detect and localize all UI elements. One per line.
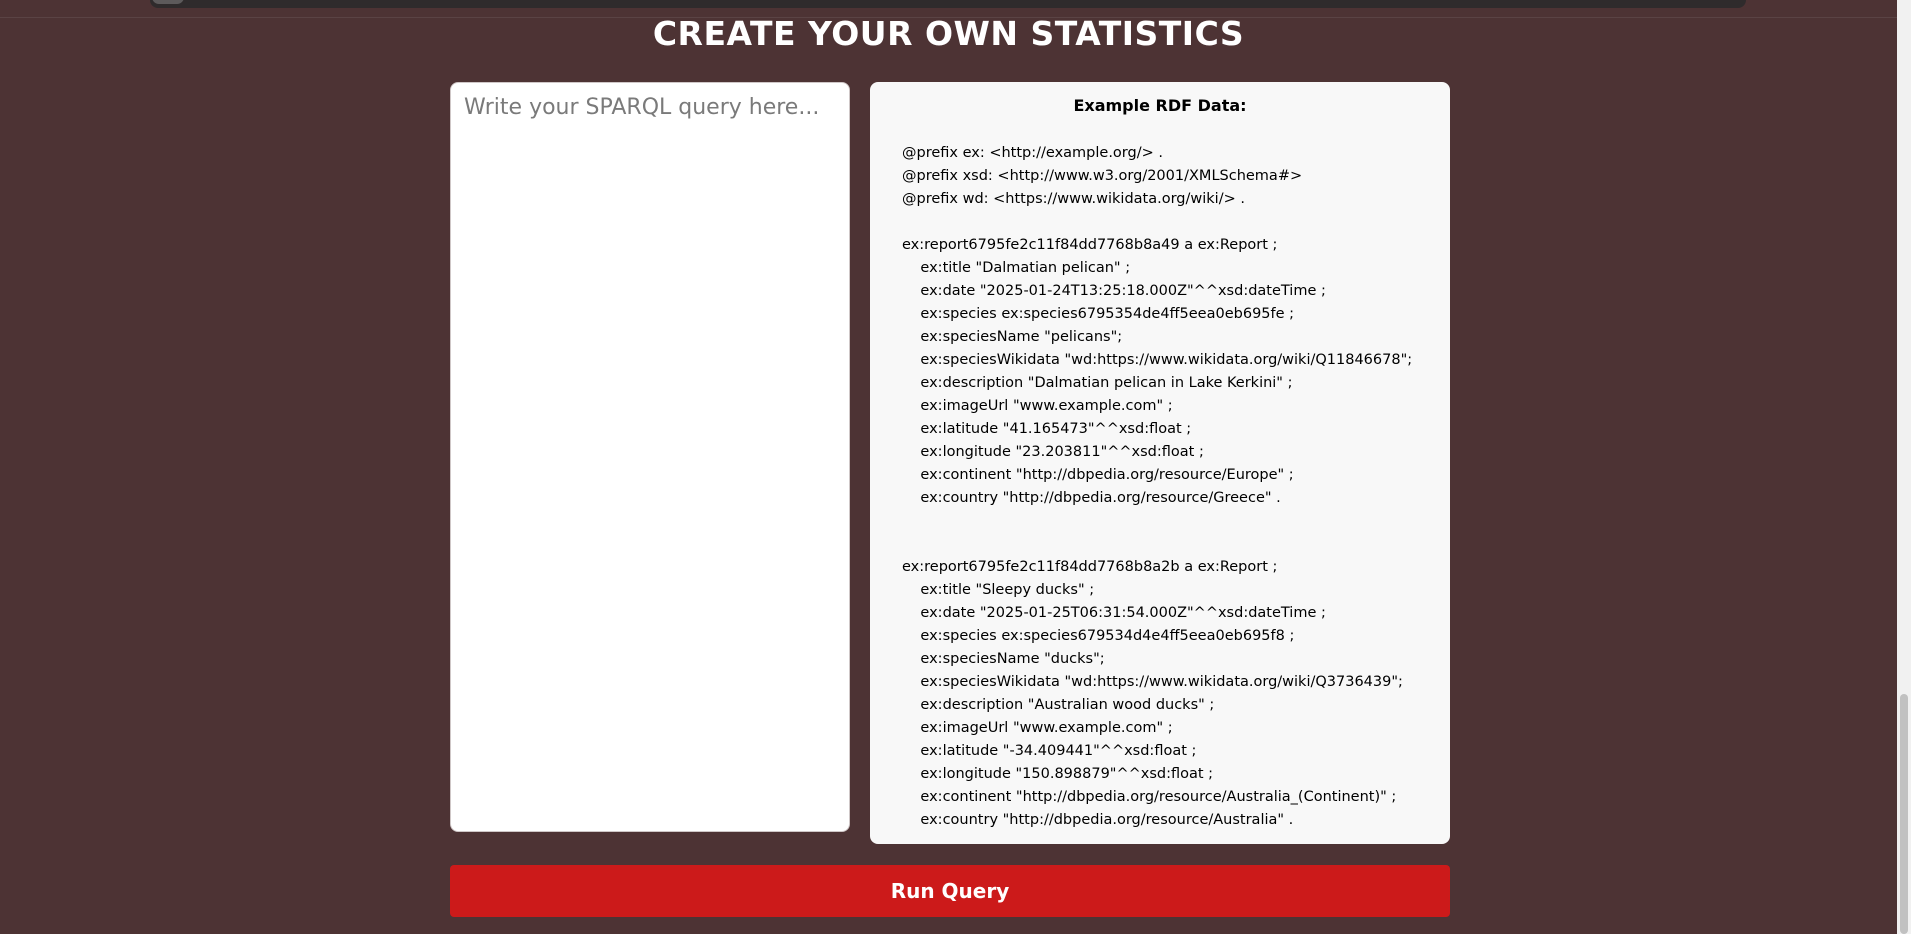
browser-top-bar xyxy=(150,0,1746,8)
example-rdf-panel: Example RDF Data: @prefix ex: <http://ex… xyxy=(870,82,1450,844)
scrollbar-thumb[interactable] xyxy=(1900,694,1908,934)
sparql-query-input[interactable] xyxy=(450,82,850,832)
page-title: CREATE YOUR OWN STATISTICS xyxy=(652,14,1245,53)
browser-top-bar-knob xyxy=(152,0,184,4)
example-rdf-code: @prefix ex: <http://example.org/> . @pre… xyxy=(902,145,1413,828)
example-rdf-title: Example RDF Data: xyxy=(1073,96,1247,115)
run-query-button[interactable]: Run Query xyxy=(450,865,1450,917)
